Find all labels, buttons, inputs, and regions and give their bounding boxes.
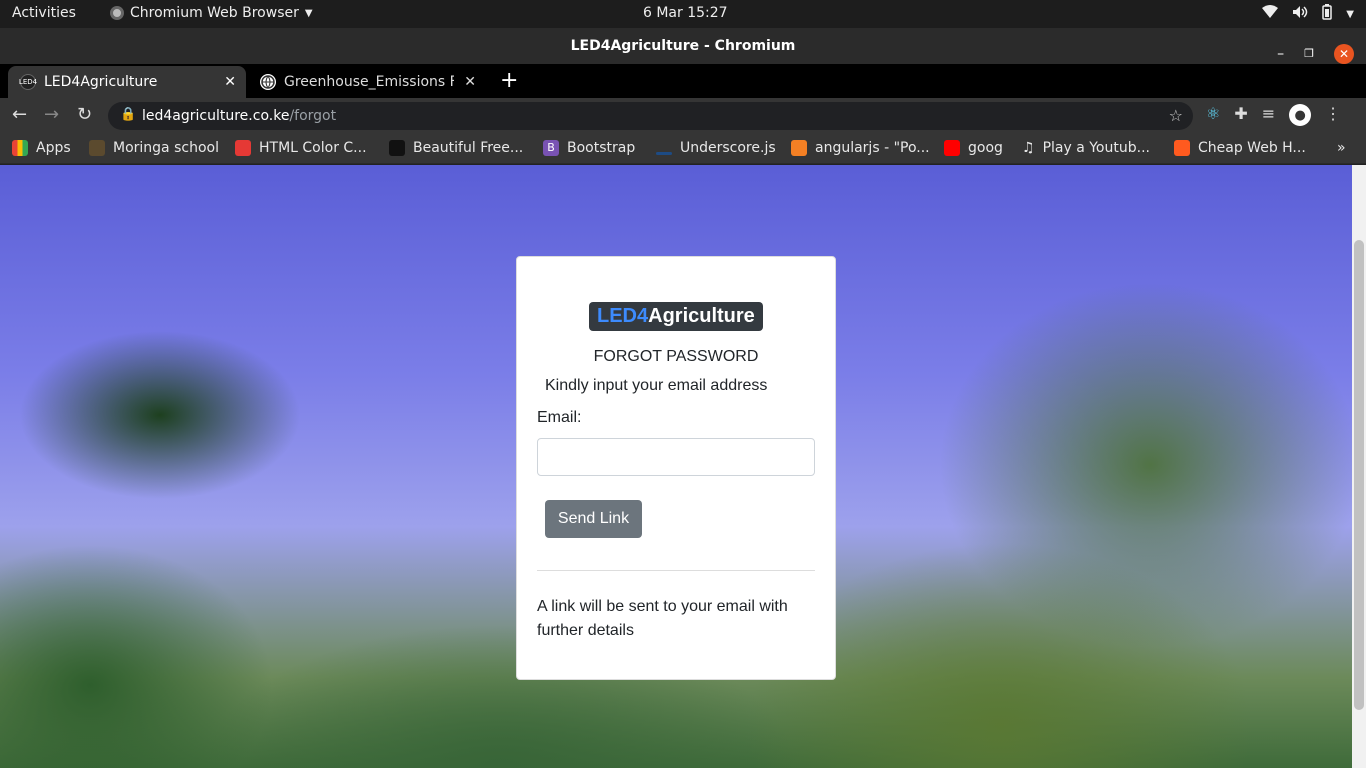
bookmark-star-icon[interactable]: ☆: [1169, 106, 1183, 125]
bookmark-label: HTML Color C...: [259, 140, 367, 156]
cheap-web-icon: [1174, 140, 1190, 156]
tab-label: Greenhouse_Emissions Fa: [284, 74, 454, 90]
bootstrap-icon: B: [543, 140, 559, 156]
app-menu[interactable]: Chromium Web Browser ▼: [110, 5, 313, 21]
bookmark-label: Beautiful Free...: [413, 140, 524, 156]
react-devtools-icon[interactable]: ⚛: [1206, 104, 1220, 126]
profile-avatar-icon[interactable]: ●: [1289, 104, 1312, 126]
address-bar[interactable]: 🔒 led4agriculture.co.ke/forgot ☆: [108, 102, 1193, 130]
forgot-password-card: LED4Agriculture FORGOT PASSWORD Kindly i…: [516, 256, 836, 680]
bookmark-label: Cheap Web H...: [1198, 140, 1306, 156]
chevron-down-icon: ▼: [304, 7, 313, 19]
bookmark-label: Apps: [36, 140, 71, 156]
extensions-puzzle-icon[interactable]: ✚: [1234, 104, 1247, 126]
page-subtitle: Kindly input your email address: [545, 377, 768, 394]
bookmark-bootstrap[interactable]: B Bootstrap: [543, 140, 635, 156]
bookmark-underscore[interactable]: Underscore.js: [656, 140, 776, 156]
media-queue-icon[interactable]: ≡: [1262, 104, 1275, 126]
bookmark-label: Play a Youtub...: [1042, 140, 1150, 156]
bookmark-label: goog: [968, 140, 1003, 156]
window-title-bar: LED4Agriculture - Chromium – ❐ ✕: [0, 28, 1366, 64]
send-link-button[interactable]: Send Link: [545, 500, 642, 538]
brand-part-led4: LED4: [597, 305, 649, 327]
volume-icon: [1292, 5, 1308, 23]
wifi-icon: [1262, 5, 1279, 23]
music-note-icon: ♫: [1022, 140, 1035, 156]
youtube-icon: [944, 140, 960, 156]
brand-part-agriculture: Agriculture: [648, 305, 755, 327]
battery-icon: [1322, 4, 1333, 24]
bookmark-cheap-web[interactable]: Cheap Web H...: [1174, 140, 1306, 156]
activities-button[interactable]: Activities: [12, 5, 76, 21]
url-host: led4agriculture.co.ke: [142, 108, 290, 124]
extension-area: ⚛ ✚ ≡ ● ⋮: [1206, 104, 1341, 126]
beautiful-free-icon: [389, 140, 405, 156]
email-label: Email:: [537, 409, 582, 426]
bookmark-label: Moringa school: [113, 140, 219, 156]
app-menu-label: Chromium Web Browser: [130, 5, 299, 21]
html-color-icon: [235, 140, 251, 156]
forward-arrow-icon[interactable]: →: [44, 104, 59, 125]
underscore-icon: [656, 151, 672, 155]
apps-grid-icon: [12, 140, 28, 156]
bookmark-beautiful-free[interactable]: Beautiful Free...: [389, 140, 523, 156]
bookmarks-bar: Apps Moringa school HTML Color C... Beau…: [0, 134, 1366, 164]
page-title: FORGOT PASSWORD: [593, 348, 759, 365]
chromium-icon: [110, 6, 124, 20]
stackoverflow-icon: [791, 140, 807, 156]
kebab-menu-icon[interactable]: ⋮: [1325, 104, 1341, 126]
bookmark-label: Underscore.js: [680, 140, 776, 156]
bookmark-play-youtube[interactable]: ♫ Play a Youtub...: [1022, 140, 1150, 156]
bookmark-label: angularjs - "Po...: [815, 140, 930, 156]
tab-strip: LED4 LED4Agriculture ✕ Greenhouse_Emissi…: [0, 64, 1366, 98]
tab-led4agriculture[interactable]: LED4 LED4Agriculture ✕: [8, 66, 246, 98]
tab-label: LED4Agriculture: [44, 74, 158, 90]
bookmarks-overflow-button[interactable]: »: [1337, 140, 1346, 156]
lock-icon[interactable]: 🔒: [120, 107, 136, 122]
bookmark-goog[interactable]: goog: [944, 140, 1003, 156]
close-tab-icon[interactable]: ✕: [464, 74, 476, 90]
back-arrow-icon[interactable]: ←: [12, 104, 27, 125]
clock[interactable]: 6 Mar 15:27: [643, 5, 728, 21]
url-path: /forgot: [289, 108, 337, 124]
reload-icon[interactable]: ↻: [77, 104, 92, 125]
close-tab-icon[interactable]: ✕: [224, 74, 236, 90]
brand-logo[interactable]: LED4Agriculture: [589, 302, 763, 331]
bookmark-html-color[interactable]: HTML Color C...: [235, 140, 367, 156]
scrollbar-thumb[interactable]: [1354, 240, 1364, 710]
led4-favicon-icon: LED4: [19, 74, 37, 90]
close-window-icon[interactable]: ✕: [1334, 44, 1354, 64]
new-tab-button[interactable]: +: [500, 68, 518, 93]
divider: [537, 570, 815, 571]
moringa-icon: [89, 140, 105, 156]
globe-icon: [260, 74, 276, 90]
email-field[interactable]: [537, 438, 815, 476]
system-top-bar: Activities Chromium Web Browser ▼ 6 Mar …: [0, 0, 1366, 28]
info-note: A link will be sent to your email with f…: [537, 598, 788, 639]
system-tray[interactable]: ▼: [1262, 4, 1354, 24]
bookmark-angularjs[interactable]: angularjs - "Po...: [791, 140, 930, 156]
tray-chevron-down-icon: ▼: [1346, 8, 1354, 20]
bookmark-apps[interactable]: Apps: [12, 140, 71, 156]
bookmark-label: Bootstrap: [567, 140, 636, 156]
window-title: LED4Agriculture - Chromium: [570, 38, 796, 54]
tab-greenhouse-emissions[interactable]: Greenhouse_Emissions Fa ✕: [248, 66, 486, 98]
bookmark-moringa-school[interactable]: Moringa school: [89, 140, 219, 156]
